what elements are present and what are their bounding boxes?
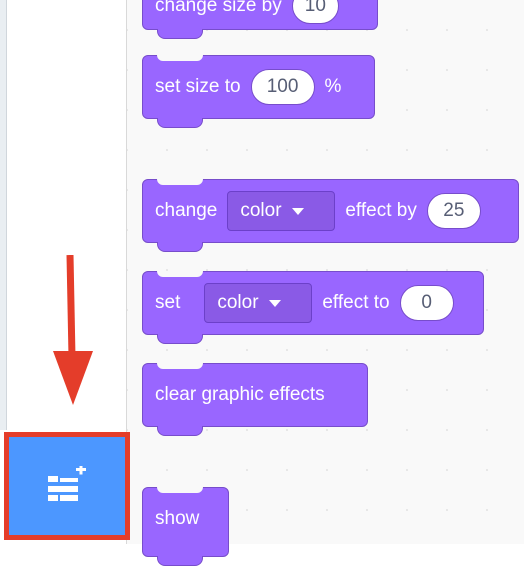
block-label-2: effect to: [322, 292, 390, 313]
block-label: clear graphic effects: [155, 384, 325, 405]
add-extension-button[interactable]: [4, 432, 130, 540]
size-change-input[interactable]: 10: [291, 0, 339, 24]
dropdown-value: color: [240, 200, 282, 221]
block-label: set size to: [155, 76, 241, 97]
set-size-block[interactable]: set size to 100 %: [142, 55, 375, 128]
block-label: set: [155, 292, 181, 313]
clear-effects-block[interactable]: clear graphic effects: [142, 363, 368, 436]
percent-label: %: [324, 76, 342, 97]
show-block[interactable]: show: [142, 487, 229, 566]
effect-value-input[interactable]: 0: [399, 285, 454, 321]
caret-down-icon: [291, 207, 304, 215]
effect-change-input[interactable]: 25: [426, 193, 481, 229]
effect-dropdown[interactable]: color: [204, 283, 313, 323]
block-label: change size by: [155, 0, 282, 16]
block-label: show: [155, 508, 200, 529]
block-label-2: effect by: [345, 200, 417, 221]
add-extension-icon: [48, 466, 86, 501]
block-label: change: [155, 200, 218, 221]
change-effect-block[interactable]: change color effect by 25: [142, 179, 519, 252]
dropdown-value: color: [217, 292, 259, 313]
effect-dropdown[interactable]: color: [227, 191, 336, 231]
size-input[interactable]: 100: [250, 69, 315, 105]
caret-down-icon: [268, 299, 281, 307]
set-effect-block[interactable]: set color effect to 0: [142, 271, 484, 344]
arrow-down-icon: [53, 255, 93, 405]
change-size-block[interactable]: change size by 10: [142, 0, 378, 39]
